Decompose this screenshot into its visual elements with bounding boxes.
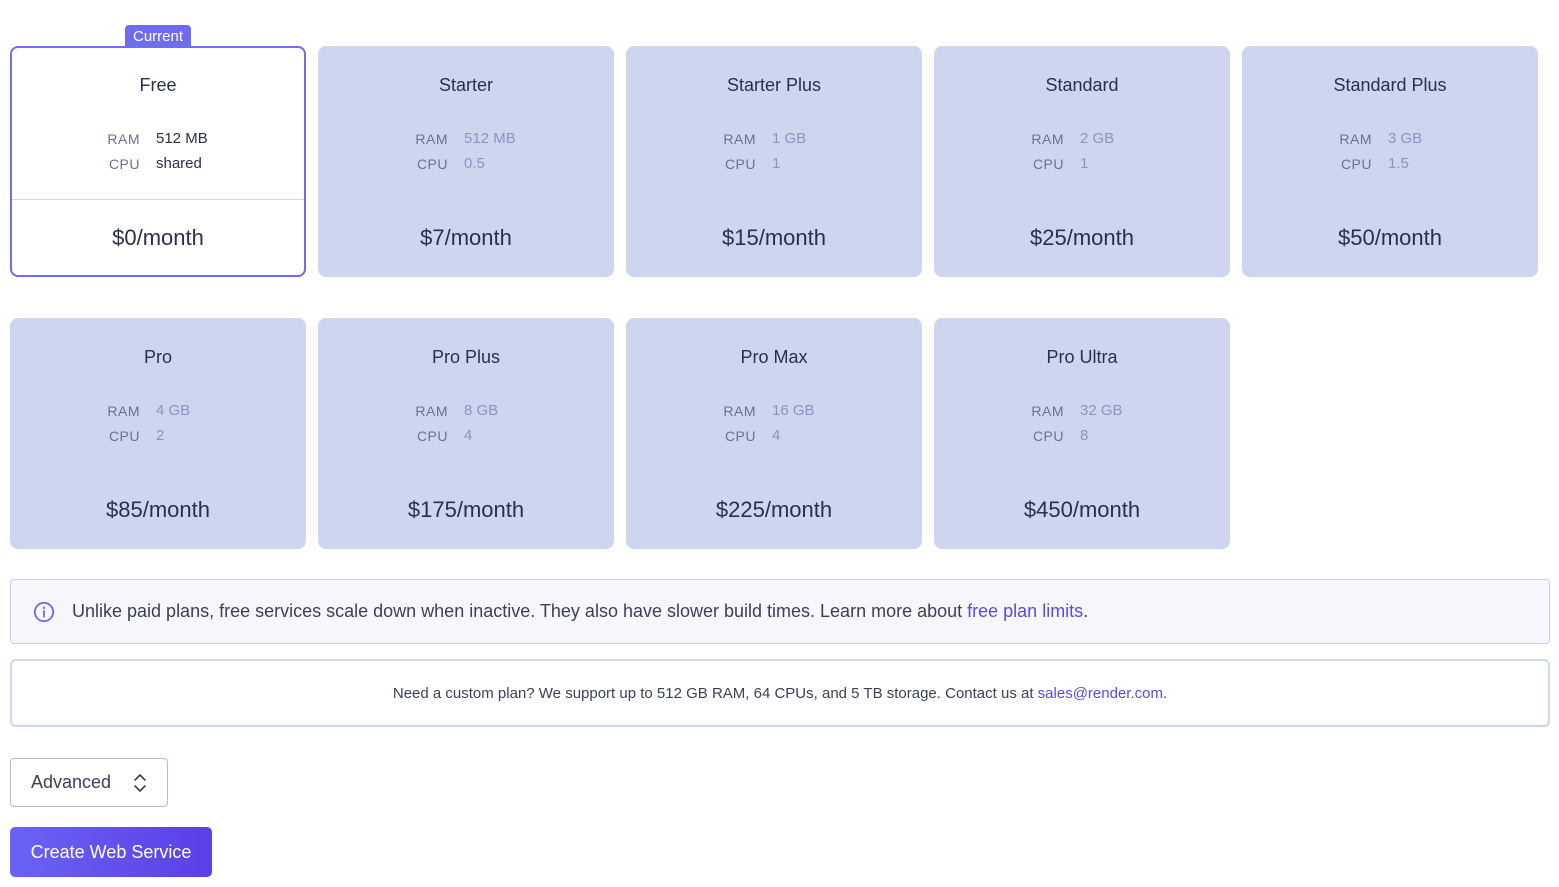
plan-card-standard[interactable]: Standard RAM 2 GB CPU 1 $25/month xyxy=(934,46,1230,277)
ram-value: 4 GB xyxy=(156,402,191,419)
cpu-value: shared xyxy=(156,155,202,172)
create-web-service-button[interactable]: Create Web Service xyxy=(10,827,212,877)
cpu-label: CPU xyxy=(416,155,448,172)
cpu-label: CPU xyxy=(724,427,756,444)
ram-value: 512 MB xyxy=(464,130,516,147)
plan-specs: RAM 1 GB CPU 1 xyxy=(706,126,842,176)
ram-value: 8 GB xyxy=(464,402,499,419)
plan-specs: RAM 3 GB CPU 1.5 xyxy=(1322,126,1458,176)
plan-name: Pro Max xyxy=(740,347,808,367)
free-plan-limits-link[interactable]: free plan limits xyxy=(967,601,1083,621)
ram-value: 3 GB xyxy=(1388,130,1423,147)
plan-price: $15/month xyxy=(722,225,826,250)
plan-price: $7/month xyxy=(420,225,512,250)
cpu-label: CPU xyxy=(1032,155,1064,172)
ram-value: 1 GB xyxy=(772,130,807,147)
plan-price: $450/month xyxy=(1023,497,1141,522)
current-badge: Current xyxy=(124,25,192,48)
ram-value: 512 MB xyxy=(156,130,208,147)
notice-text: Unlike paid plans, free services scale d… xyxy=(72,601,1089,621)
cpu-label: CPU xyxy=(416,427,448,444)
custom-plan-notice: Need a custom plan? We support up to 512… xyxy=(10,659,1550,727)
plan-price: $25/month xyxy=(1030,225,1134,250)
cpu-value: 4 xyxy=(772,427,781,444)
plan-price: $0/month xyxy=(112,225,204,250)
plan-price: $50/month xyxy=(1338,225,1442,250)
plan-specs: RAM 4 GB CPU 2 xyxy=(90,398,226,448)
ram-value: 2 GB xyxy=(1080,130,1115,147)
plan-specs: RAM 2 GB CPU 1 xyxy=(1014,126,1150,176)
plan-specs: RAM 8 GB CPU 4 xyxy=(398,398,534,448)
plan-name: Standard xyxy=(1045,75,1119,95)
plan-price: $175/month xyxy=(407,497,525,522)
sales-email-link[interactable]: sales@render.com xyxy=(1038,685,1163,702)
ram-label: RAM xyxy=(415,130,448,147)
advanced-toggle[interactable]: Advanced xyxy=(10,758,168,807)
plan-grid: Current Free RAM 512 MB CPU shared $0/mont… xyxy=(10,25,1538,549)
plan-card-standard-plus[interactable]: Standard Plus RAM 3 GB CPU 1.5 $50/month xyxy=(1242,46,1538,277)
custom-plan-text: Need a custom plan? We support up to 512… xyxy=(392,684,1168,702)
ram-label: RAM xyxy=(1031,402,1064,419)
plan-name: Pro Ultra xyxy=(1046,347,1118,367)
cpu-value: 1 xyxy=(772,155,781,172)
plan-name: Free xyxy=(139,75,177,95)
plan-name: Standard Plus xyxy=(1333,75,1447,95)
cpu-value: 0.5 xyxy=(464,155,485,172)
plan-card-pro-ultra[interactable]: Pro Ultra RAM 32 GB CPU 8 $450/month xyxy=(934,318,1230,549)
plan-name: Pro Plus xyxy=(431,347,501,367)
cpu-value: 1.5 xyxy=(1388,155,1409,172)
ram-label: RAM xyxy=(415,402,448,419)
plan-name: Starter xyxy=(438,75,494,95)
plan-card-pro-plus[interactable]: Pro Plus RAM 8 GB CPU 4 $175/month xyxy=(318,318,614,549)
plan-specs: RAM 16 GB CPU 4 xyxy=(706,398,842,448)
cpu-label: CPU xyxy=(108,427,140,444)
plan-specs: RAM 32 GB CPU 8 xyxy=(1014,398,1150,448)
plan-specs: RAM 512 MB CPU shared xyxy=(90,126,226,176)
plan-card-starter-plus[interactable]: Starter Plus RAM 1 GB CPU 1 $15/month xyxy=(626,46,922,277)
card-divider xyxy=(12,199,304,200)
chevron-up-down-icon xyxy=(134,774,146,792)
plan-card-pro-max[interactable]: Pro Max RAM 16 GB CPU 4 $225/month xyxy=(626,318,922,549)
cpu-value: 4 xyxy=(464,427,473,444)
cpu-label: CPU xyxy=(108,155,140,172)
cpu-label: CPU xyxy=(1340,155,1372,172)
cpu-label: CPU xyxy=(724,155,756,172)
plan-specs: RAM 512 MB CPU 0.5 xyxy=(398,126,534,176)
ram-value: 16 GB xyxy=(772,402,815,419)
plan-card-starter[interactable]: Starter RAM 512 MB CPU 0.5 $7/month xyxy=(318,46,614,277)
ram-label: RAM xyxy=(723,402,756,419)
plan-name: Starter Plus xyxy=(726,75,822,95)
plan-price: $225/month xyxy=(715,497,833,522)
ram-label: RAM xyxy=(1031,130,1064,147)
ram-label: RAM xyxy=(107,130,140,147)
cpu-label: CPU xyxy=(1032,427,1064,444)
cpu-value: 8 xyxy=(1080,427,1089,444)
plan-name: Pro xyxy=(143,347,172,367)
free-plan-notice: Unlike paid plans, free services scale d… xyxy=(10,579,1550,644)
ram-label: RAM xyxy=(107,402,140,419)
ram-label: RAM xyxy=(1339,130,1372,147)
plan-price: $85/month xyxy=(106,497,210,522)
advanced-label: Advanced xyxy=(31,772,112,792)
plan-card-pro[interactable]: Pro RAM 4 GB CPU 2 $85/month xyxy=(10,318,306,549)
cpu-value: 2 xyxy=(156,427,165,444)
ram-value: 32 GB xyxy=(1080,402,1123,419)
cpu-value: 1 xyxy=(1080,155,1089,172)
info-circle-icon xyxy=(33,601,55,622)
ram-label: RAM xyxy=(723,130,756,147)
plan-card-free[interactable]: Current Free RAM 512 MB CPU shared $0/mont… xyxy=(10,25,306,277)
